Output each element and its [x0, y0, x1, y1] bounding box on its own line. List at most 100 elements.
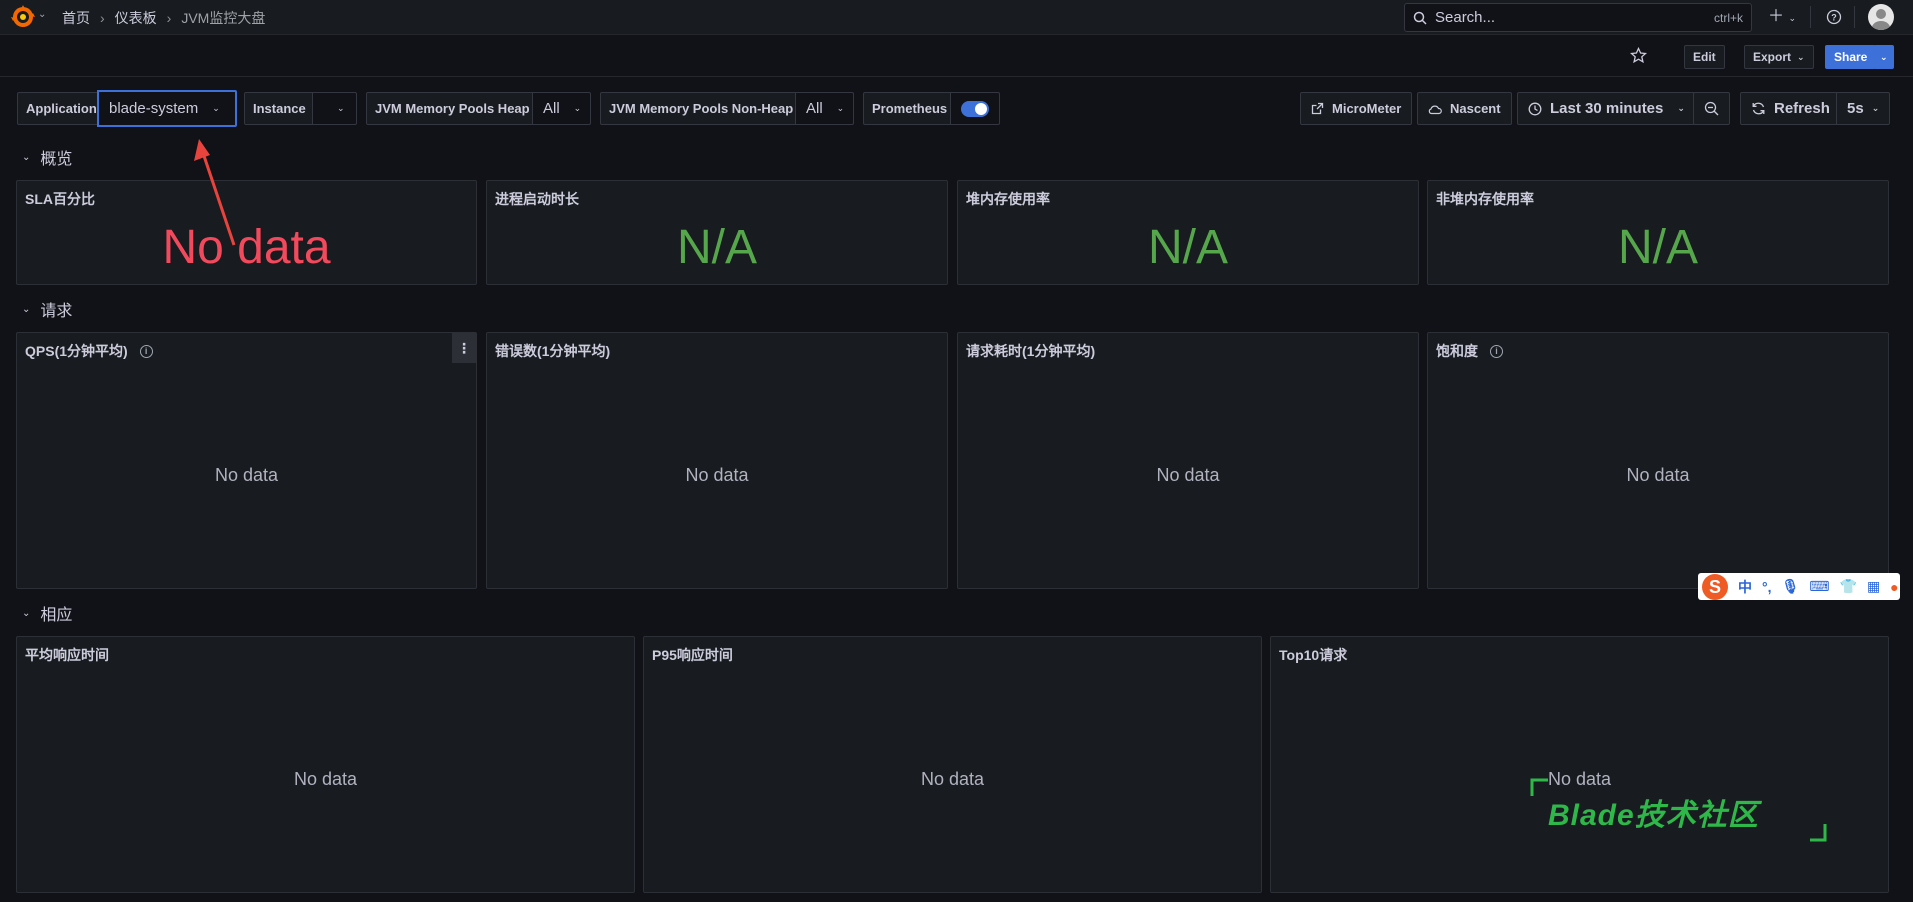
top-navbar: ⌄ 首页 › 仪表板 › JVM监控大盘 Search... ctrl+k ＋ … [0, 0, 1913, 35]
time-range-label: Last 30 minutes [1550, 100, 1664, 117]
no-data-message: No data [214, 465, 279, 485]
row-header-requests[interactable]: ⌄ 请求 [22, 297, 72, 321]
external-link-icon [1311, 102, 1324, 115]
panel-qps: QPS(1分钟平均) i ⋮ No data [16, 332, 477, 589]
breadcrumb: 首页 › 仪表板 › JVM监控大盘 [62, 8, 265, 28]
search-placeholder: Search... [1435, 9, 1496, 26]
export-button[interactable]: Export ⌄ [1744, 45, 1814, 69]
export-label: Export [1753, 50, 1792, 64]
row-title: 请求 [40, 303, 73, 320]
toolbox-icon[interactable]: ▦ [1867, 578, 1880, 595]
keyboard-icon[interactable]: ⌨ [1809, 578, 1829, 595]
panel-title: 饱和度 [1436, 343, 1478, 359]
panel-title: P95响应时间 [652, 647, 733, 663]
application-value: blade-system [109, 100, 199, 117]
panel-title: 堆内存使用率 [966, 191, 1050, 207]
stat-value: N/A [1617, 221, 1698, 274]
annotation-arrow-icon [194, 139, 236, 246]
no-data-message: No data [920, 769, 985, 789]
heap-select[interactable]: All ⌄ [532, 92, 591, 125]
stat-value: No data [162, 221, 331, 274]
no-data-message: No data [685, 465, 749, 485]
ime-toolbar[interactable]: S 中 °, 🎙 ⌨ 👕 ▦ ● [1698, 573, 1900, 600]
micrometer-link[interactable]: MicroMeter [1300, 92, 1413, 125]
nascent-link[interactable]: Nascent [1417, 92, 1512, 125]
zoom-out-button[interactable] [1693, 92, 1730, 125]
chevron-down-icon: ⌄ [22, 607, 31, 619]
prometheus-toggle[interactable] [961, 100, 989, 117]
info-icon[interactable]: i [1490, 344, 1503, 358]
panel-title: 进程启动时长 [495, 191, 579, 207]
refresh-label: Refresh [1774, 100, 1830, 117]
panel-uptime: 进程启动时长 N/A [486, 180, 948, 285]
grafana-logo-icon[interactable] [10, 4, 36, 30]
panel-title: QPS(1分钟平均) [25, 343, 128, 359]
nonheap-select[interactable]: All ⌄ [795, 92, 854, 125]
panel-title: 错误数(1分钟平均) [495, 343, 611, 359]
instance-select[interactable]: ⌄ [312, 92, 357, 125]
svg-text:?: ? [1831, 13, 1837, 23]
ime-mode: 中 [1738, 578, 1752, 595]
chevron-down-icon: ⌄ [1677, 103, 1685, 113]
share-options-button[interactable]: ⌄ [1874, 45, 1894, 69]
row-header-overview[interactable]: ⌄ 概览 [22, 145, 72, 169]
variable-label-instance: Instance [244, 92, 315, 125]
chevron-down-icon: ⌄ [22, 303, 31, 315]
microphone-icon[interactable]: 🎙 [1782, 578, 1800, 595]
refresh-button[interactable]: Refresh [1740, 92, 1841, 125]
cloud-icon [1428, 105, 1442, 114]
chevron-down-icon: ⌄ [212, 103, 220, 113]
mascot-icon[interactable]: ● [1890, 579, 1898, 595]
info-icon[interactable]: i [139, 344, 153, 358]
refresh-icon [1752, 102, 1765, 115]
search-shortcut: ctrl+k [1713, 10, 1743, 25]
chevron-right-icon: › [166, 10, 172, 26]
search-input[interactable]: Search... ctrl+k [1404, 3, 1752, 32]
variable-label-prometheus: Prometheus [863, 92, 957, 125]
search-icon [1413, 11, 1427, 25]
no-data-message: No data [293, 769, 358, 789]
chevron-down-icon: ⌄ [573, 103, 582, 113]
panel-saturation: 饱和度 i No data [1427, 332, 1889, 589]
divider [1810, 6, 1811, 28]
breadcrumb-dashboards[interactable]: 仪表板 [115, 8, 157, 28]
no-data-message: No data [1626, 465, 1690, 485]
edit-button[interactable]: Edit [1684, 45, 1725, 69]
row-title: 概览 [40, 151, 73, 168]
user-icon [1872, 9, 1890, 30]
chevron-down-icon: ⌄ [22, 151, 31, 163]
chevron-down-icon: ⌄ [836, 103, 845, 113]
no-data-message: No data [1156, 465, 1220, 485]
refresh-interval-select[interactable]: 5s ⌄ [1836, 92, 1891, 125]
plus-icon[interactable]: ＋ ⌄ [1768, 7, 1796, 28]
panel-sla: SLA百分比 No data [16, 180, 477, 285]
breadcrumb-home[interactable]: 首页 [62, 8, 90, 28]
chevron-down-icon[interactable]: ⌄ [38, 9, 46, 20]
variable-label-application: Application [17, 92, 106, 125]
panel-title: 平均响应时间 [25, 647, 109, 663]
chevron-right-icon: › [100, 10, 105, 26]
row-title: 相应 [40, 607, 73, 624]
share-button[interactable]: Share [1825, 45, 1877, 69]
dashboard-toolbar: Edit Export ⌄ Share ⌄ [0, 36, 1913, 77]
punctuation-icon[interactable]: °, [1762, 579, 1772, 595]
panel-p95-response: P95响应时间 No data [643, 636, 1262, 893]
variable-label-heap: JVM Memory Pools Heap [366, 92, 539, 125]
divider [1854, 6, 1855, 28]
panel-menu-button[interactable]: ⋮ [452, 333, 476, 363]
watermark: Blade技术社区 [1530, 778, 1827, 842]
time-range-picker[interactable]: Last 30 minutes ⌄ [1517, 92, 1696, 125]
star-icon[interactable] [1630, 47, 1647, 64]
row-header-response[interactable]: ⌄ 相应 [22, 601, 72, 625]
skin-icon[interactable]: 👕 [1840, 578, 1857, 595]
breadcrumb-current: JVM监控大盘 [181, 10, 266, 26]
application-select[interactable]: blade-system ⌄ [97, 90, 237, 127]
chevron-down-icon: ⌄ [1797, 51, 1805, 62]
panel-avg-response: 平均响应时间 No data [16, 636, 635, 893]
heap-value: All [543, 100, 560, 117]
sogou-logo-icon: S [1702, 573, 1728, 600]
variable-label-nonheap: JVM Memory Pools Non-Heap [600, 92, 803, 125]
chevron-down-icon: ⌄ [337, 103, 345, 113]
avatar[interactable] [1868, 4, 1894, 30]
help-icon[interactable]: ? [1826, 9, 1842, 25]
